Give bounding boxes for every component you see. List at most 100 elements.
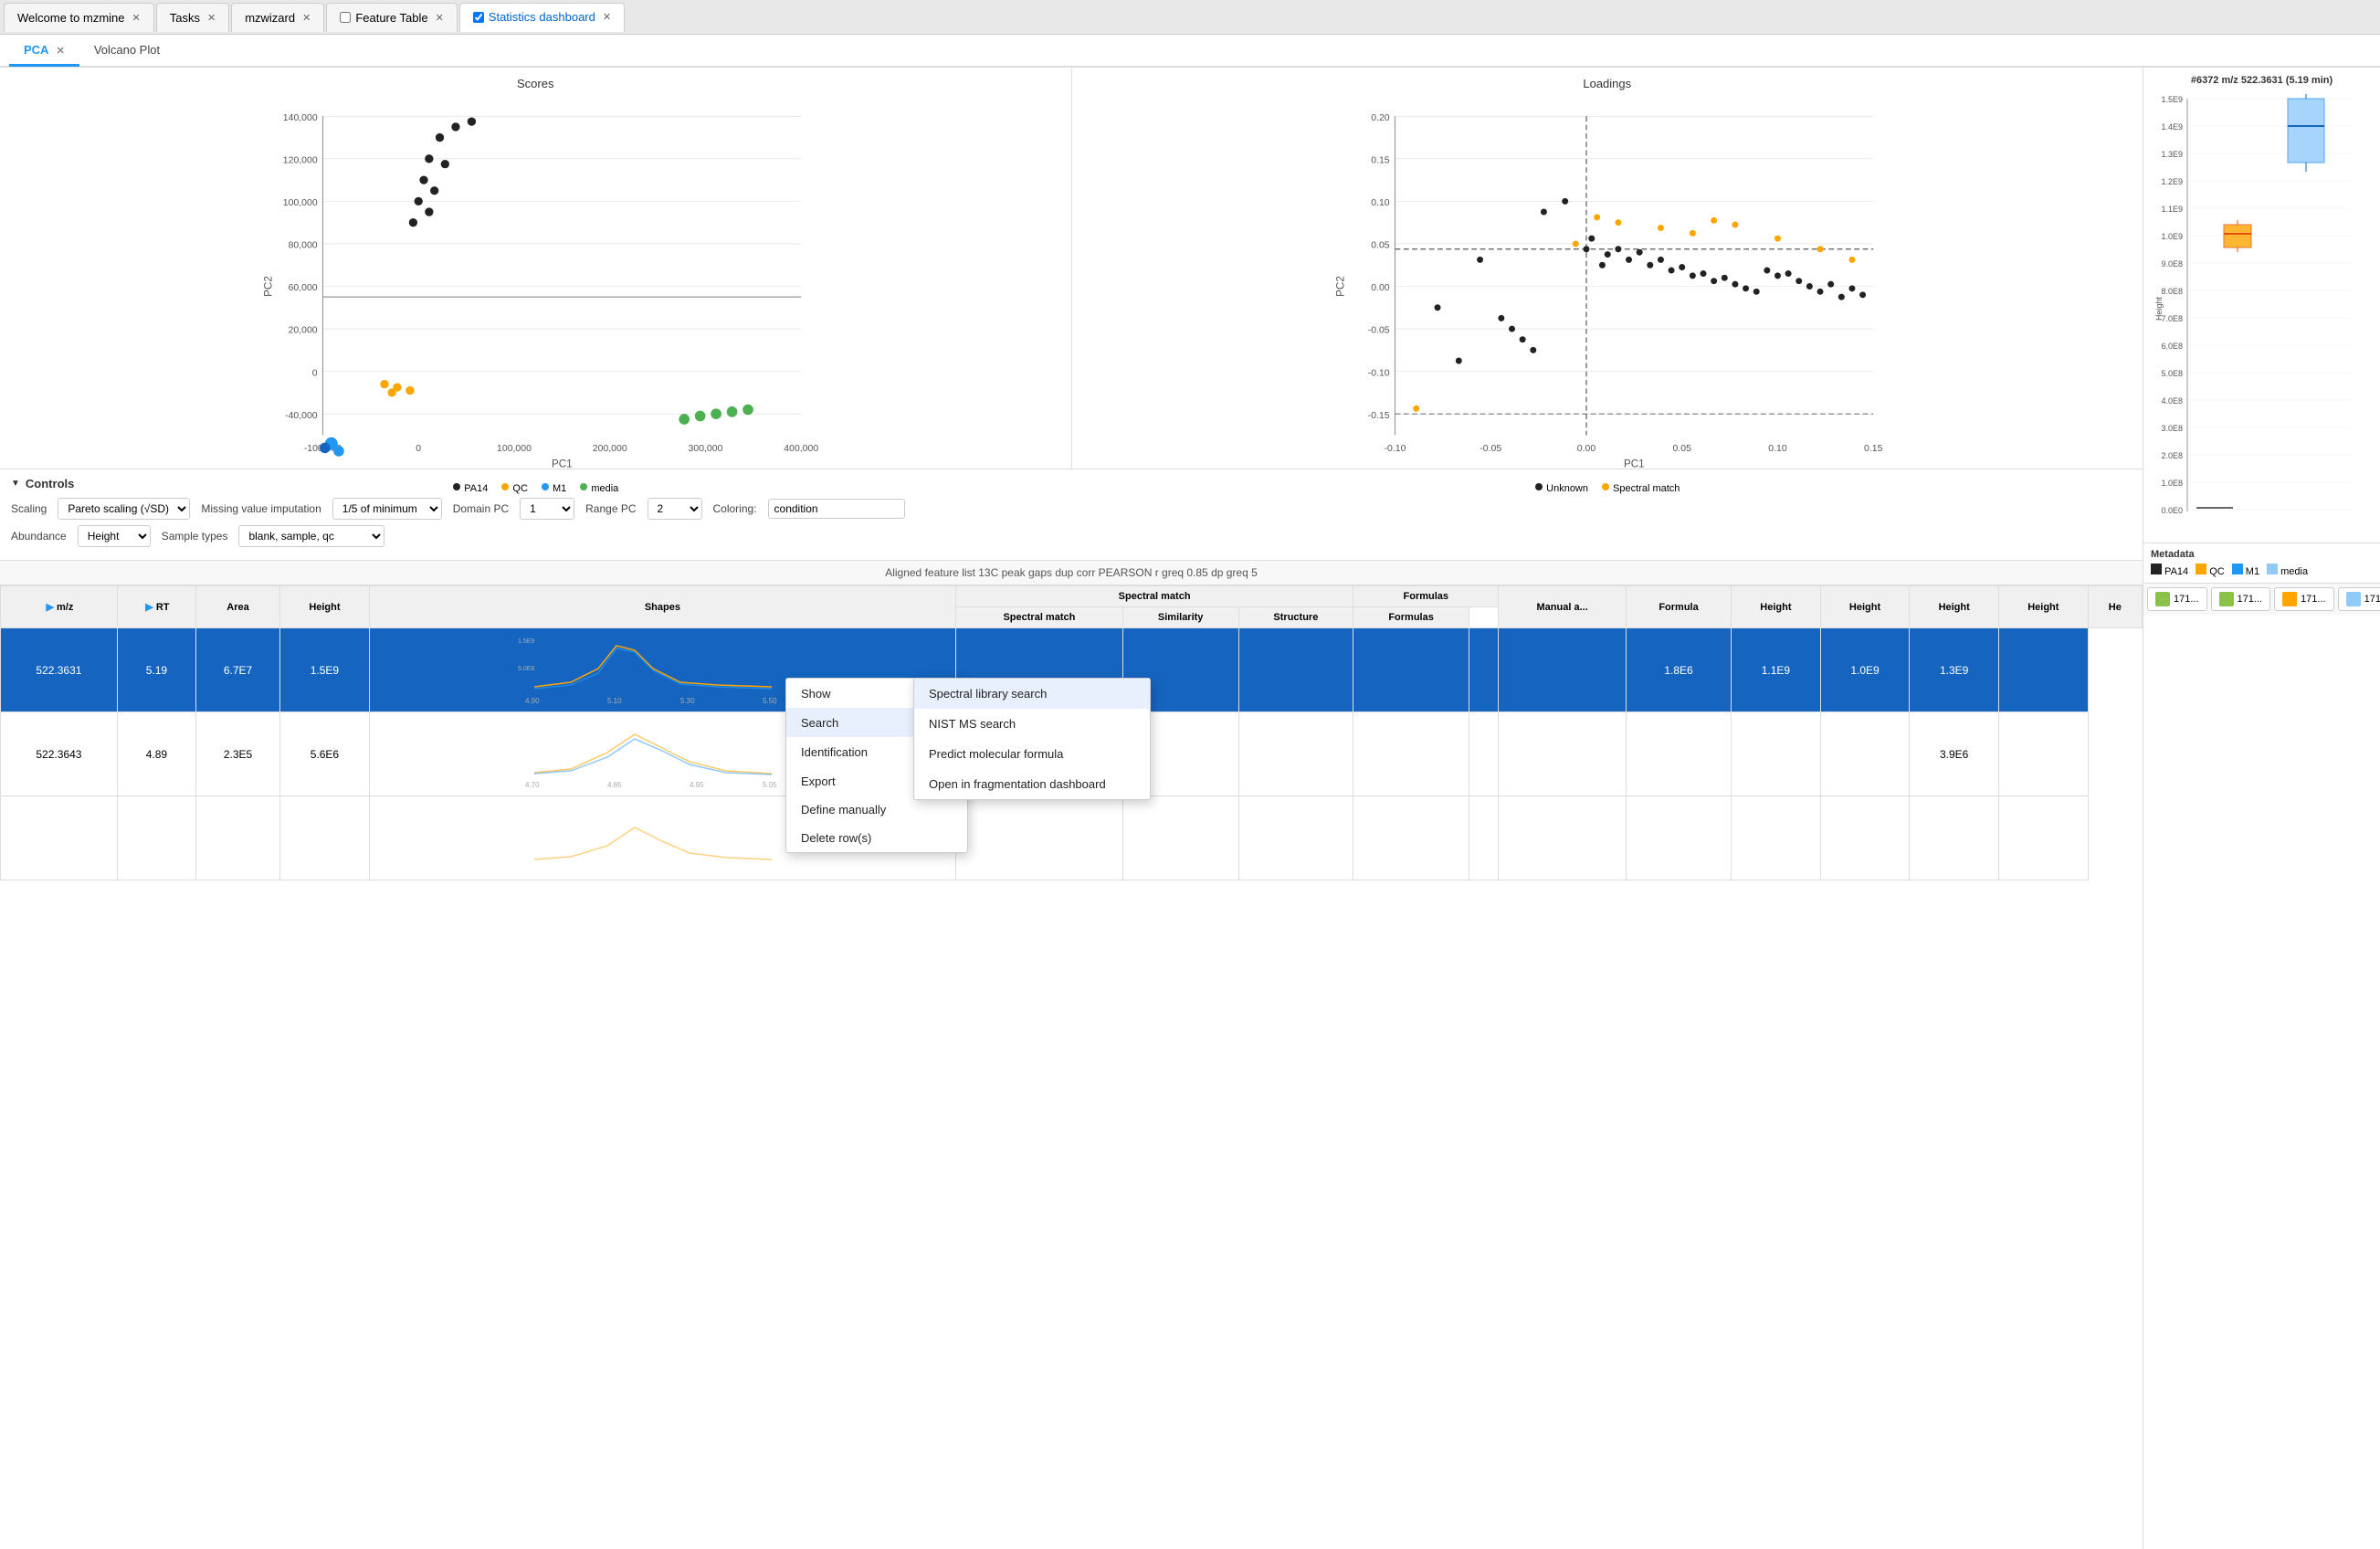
abundance-select[interactable]: Height: [78, 525, 151, 547]
th-spectral-match[interactable]: Spectral match: [956, 607, 1123, 628]
tab-welcome-close[interactable]: ✕: [132, 12, 141, 24]
scaling-label: Scaling: [11, 502, 47, 515]
th-manual-a[interactable]: Manual a...: [1499, 586, 1627, 628]
svg-text:PC2: PC2: [1334, 276, 1346, 297]
th-formulas[interactable]: Formulas: [1353, 607, 1469, 628]
svg-text:4.0E8: 4.0E8: [2161, 396, 2183, 406]
tab-feature-table[interactable]: Feature Table ✕: [326, 3, 457, 32]
cell-height: 5.6E6: [280, 712, 370, 796]
tab-stats-dashboard[interactable]: Statistics dashboard ✕: [459, 3, 625, 32]
cell-height: [280, 796, 370, 880]
th-height-4[interactable]: Height: [1999, 586, 2089, 628]
legend-m1-box: M1: [2232, 564, 2259, 577]
th-rt[interactable]: ▶ RT: [117, 586, 195, 628]
svg-text:-0.15: -0.15: [1367, 411, 1389, 421]
controls-row-1: Scaling Pareto scaling (√SD) Missing val…: [11, 498, 2132, 520]
tab-mzwizard-label: mzwizard: [245, 11, 295, 25]
tab-welcome[interactable]: Welcome to mzmine ✕: [4, 3, 154, 32]
cell-formulas-val: [1353, 712, 1469, 796]
tab-bar: Welcome to mzmine ✕ Tasks ✕ mzwizard ✕ F…: [0, 0, 2380, 35]
tab-mzwizard[interactable]: mzwizard ✕: [231, 3, 324, 32]
cell-h1: 1.8E6: [1626, 628, 1731, 712]
svg-text:-40,000: -40,000: [285, 411, 318, 421]
legend-pa14-box: PA14: [2151, 564, 2188, 577]
box-plot-area: #6372 m/z 522.3631 (5.19 min) 1.5E9 1.4E…: [2143, 68, 2380, 543]
svg-text:1.4E9: 1.4E9: [2161, 122, 2183, 132]
thumb-label-3: 171...: [2301, 594, 2326, 605]
tab-stats-dashboard-close[interactable]: ✕: [603, 11, 611, 23]
submenu-predict-formula[interactable]: Predict molecular formula: [914, 739, 1150, 769]
submenu-spectral-library[interactable]: Spectral library search: [914, 679, 1150, 709]
legend-media: media: [579, 482, 618, 494]
tab-stats-dashboard-label: Statistics dashboard: [489, 10, 595, 24]
sub-tab-volcano[interactable]: Volcano Plot: [79, 36, 174, 67]
tab-tasks[interactable]: Tasks ✕: [156, 3, 229, 32]
svg-text:120,000: 120,000: [283, 155, 318, 165]
tab-feature-table-close[interactable]: ✕: [436, 12, 444, 24]
tab-tasks-close[interactable]: ✕: [207, 12, 216, 24]
legend-qc-box: QC: [2196, 564, 2225, 577]
scaling-select[interactable]: Pareto scaling (√SD): [58, 498, 190, 520]
sparkline-2: 4.70 4.85 4.95 5.05: [516, 716, 808, 789]
tab-mzwizard-close[interactable]: ✕: [302, 12, 311, 24]
thumb-tab-3[interactable]: 171...: [2274, 587, 2334, 611]
svg-text:5.30: 5.30: [680, 697, 695, 705]
cell-area: [195, 796, 279, 880]
th-height-1[interactable]: Height: [1732, 586, 1821, 628]
th-height[interactable]: Height: [280, 586, 370, 628]
cell-rt: [117, 796, 195, 880]
th-mz[interactable]: ▶ m/z: [1, 586, 118, 628]
legend-qc: QC: [500, 482, 528, 494]
thumb-icon-4: [2346, 592, 2361, 606]
th-structure[interactable]: Structure: [1238, 607, 1353, 628]
svg-text:0.00: 0.00: [1371, 283, 1390, 293]
range-pc-select[interactable]: 2: [648, 498, 702, 520]
th-height-5[interactable]: He: [2088, 586, 2142, 628]
svg-text:0.05: 0.05: [1371, 241, 1390, 251]
context-menu-show-label: Show: [801, 687, 831, 701]
submenu-nist-ms[interactable]: NIST MS search: [914, 709, 1150, 739]
thumb-tab-1[interactable]: 171...: [2147, 587, 2207, 611]
th-height-3[interactable]: Height: [1910, 586, 1999, 628]
loadings-chart-title: Loadings: [1081, 77, 2134, 90]
context-menu-delete-rows[interactable]: Delete row(s): [786, 824, 967, 852]
table-row[interactable]: [1, 796, 2143, 880]
sub-tab-pca[interactable]: PCA ✕: [9, 36, 79, 67]
cell-h4: [1910, 796, 1999, 880]
sort-arrow-mz: ▶: [46, 602, 53, 613]
thumb-tab-4[interactable]: 171...: [2338, 587, 2380, 611]
sub-tab-pca-close[interactable]: ✕: [57, 46, 65, 57]
th-height-2[interactable]: Height: [1820, 586, 1910, 628]
tab-feature-table-checkbox[interactable]: [340, 12, 351, 23]
svg-text:6.0E8: 6.0E8: [2161, 342, 2183, 351]
svg-text:-0.10: -0.10: [1367, 368, 1389, 378]
coloring-input[interactable]: [768, 499, 905, 519]
thumb-tab-2[interactable]: 171...: [2211, 587, 2271, 611]
cell-h3: 1.0E9: [1820, 628, 1910, 712]
thumb-icon-3: [2282, 592, 2297, 606]
svg-text:4.95: 4.95: [690, 781, 704, 789]
cell-h4: 1.3E9: [1910, 628, 1999, 712]
submenu-open-fragmentation[interactable]: Open in fragmentation dashboard: [914, 769, 1150, 799]
metadata-section: Metadata PA14 QC M1 media: [2143, 543, 2380, 583]
controls-row-2: Abundance Height Sample types blank, sam…: [11, 525, 2132, 547]
sub-tab-bar: PCA ✕ Volcano Plot: [0, 35, 2380, 68]
cell-mz: 522.3643: [1, 712, 118, 796]
context-menu-search-label: Search: [801, 716, 838, 730]
sparkline-1: 4.90 5.10 5.30 5.50 1.5E9 5.0E8: [516, 632, 808, 705]
sample-types-select[interactable]: blank, sample, qc: [238, 525, 384, 547]
tab-stats-dashboard-checkbox[interactable]: [473, 12, 484, 23]
th-area[interactable]: Area: [195, 586, 279, 628]
context-menu-define-label: Define manually: [801, 803, 886, 817]
th-shapes[interactable]: Shapes: [369, 586, 955, 628]
th-formula[interactable]: Formula: [1626, 586, 1731, 628]
cell-formula-val: [1499, 628, 1627, 712]
missing-select[interactable]: 1/5 of minimum: [332, 498, 442, 520]
legend-m1: M1: [541, 482, 566, 494]
svg-text:0: 0: [312, 368, 318, 378]
svg-text:100,000: 100,000: [497, 444, 532, 454]
svg-text:0.15: 0.15: [1864, 444, 1883, 454]
th-similarity[interactable]: Similarity: [1122, 607, 1238, 628]
domain-pc-select[interactable]: 1: [520, 498, 574, 520]
svg-text:PC2: PC2: [263, 276, 275, 297]
